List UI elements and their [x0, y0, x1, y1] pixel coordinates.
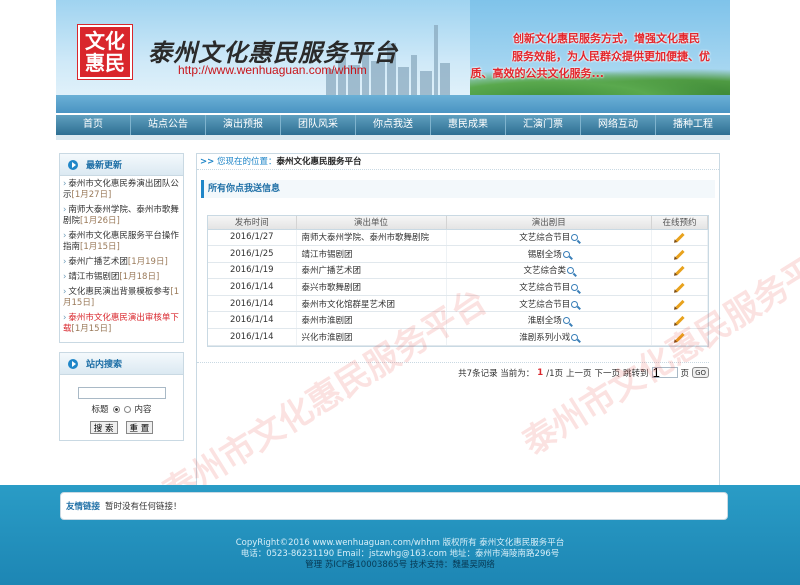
nav-announcements[interactable]: 站点公告: [131, 115, 206, 135]
search-input[interactable]: [77, 387, 166, 399]
section-title: 所有你点我送信息: [201, 180, 715, 198]
search-icon[interactable]: [571, 284, 579, 292]
pencil-icon[interactable]: [674, 266, 685, 276]
site-url: http://www.wenhuaguan.com/whhm: [178, 63, 367, 77]
table-row: 2016/1/14 泰兴市歌舞剧团 文艺综合节目: [208, 278, 708, 296]
site-banner: 文化 惠民 泰州文化惠民服务平台 http://www.wenhuaguan.c…: [56, 0, 730, 113]
news-item[interactable]: 文化惠民演出背景模板参考[1月15日]: [63, 287, 181, 309]
breadcrumb: >> 您现在的位置：泰州文化惠民服务平台: [197, 154, 719, 170]
table-row: 2016/1/14 泰州市淮剧团 淮剧全场: [208, 311, 708, 330]
table-row: 2016/1/19 泰州广播艺术团 文艺综合类: [208, 262, 708, 280]
table-row: 2016/1/27 南师大泰州学院、泰州市歌舞剧院 文艺综合节目: [208, 229, 708, 247]
nav-tickets[interactable]: 汇演门票: [506, 115, 581, 135]
footer-contact: 电话：0523-86231190 Email：jstzwhg@163.com 地…: [240, 549, 560, 559]
nav-team-showcase[interactable]: 团队风采: [281, 115, 356, 135]
friend-links-title: 友情链接: [66, 502, 101, 512]
pencil-icon[interactable]: [674, 332, 685, 342]
main-panel: >> 您现在的位置：泰州文化惠民服务平台 所有你点我送信息 发布时间 演出单位 …: [196, 153, 720, 495]
search-icon[interactable]: [562, 317, 570, 325]
content-area: 最新更新 泰州市文化惠民券演出团队公示[1月27日] 南师大泰州学院、泰州市歌舞…: [56, 140, 800, 514]
news-item[interactable]: 泰州广播艺术团[1月19日]: [63, 257, 181, 268]
next-page-link[interactable]: 下一页: [595, 367, 621, 379]
page-jump-input[interactable]: [651, 367, 678, 379]
pencil-icon[interactable]: [674, 233, 685, 243]
col-date: 发布时间: [208, 216, 297, 230]
news-item[interactable]: 南师大泰州学院、泰州市歌舞剧院[1月26日]: [63, 205, 181, 227]
col-program: 演出剧目: [446, 216, 652, 230]
prev-page-link[interactable]: 上一页: [566, 367, 592, 379]
go-button[interactable]: GO: [692, 367, 709, 379]
pencil-icon[interactable]: [674, 299, 685, 309]
news-item[interactable]: 泰州市文化惠民券演出团队公示[1月27日]: [63, 179, 181, 201]
pencil-icon[interactable]: [674, 316, 685, 326]
search-icon[interactable]: [571, 234, 579, 242]
search-icon[interactable]: [571, 300, 579, 308]
nav-sowing-project[interactable]: 播种工程: [656, 115, 730, 135]
banner-slogan-line3: 质、高效的公共文化服务...: [470, 67, 604, 80]
news-list: 泰州市文化惠民券演出团队公示[1月27日] 南师大泰州学院、泰州市歌舞剧院[1月…: [60, 176, 183, 342]
nav-you-order-we-deliver[interactable]: 你点我送: [356, 115, 431, 135]
friend-links-empty: 暂时没有任何链接！: [105, 502, 182, 512]
latest-updates-box: 最新更新 泰州市文化惠民券演出团队公示[1月27日] 南师大泰州学院、泰州市歌舞…: [59, 153, 184, 343]
site-search-title: 站内搜索: [86, 360, 123, 370]
arrow-circle-icon: [68, 159, 78, 170]
footer-icp: 管理 苏ICP备10003865号 技术支持：魏墨吴网络: [305, 560, 495, 570]
banner-slogan-line1: 创新文化惠民服务方式，增强文化惠民: [513, 32, 700, 45]
news-item[interactable]: 泰州市文化惠民服务平台操作指南[1月15日]: [63, 231, 181, 253]
nav-performance-preview[interactable]: 演出预报: [206, 115, 281, 135]
pagination: 共7条记录 当前为：1/1页 上一页 下一页 跳转到 页 GO: [197, 361, 709, 379]
radio-title-label: 标题: [91, 405, 109, 415]
search-icon[interactable]: [562, 250, 570, 258]
radio-title[interactable]: [112, 405, 120, 413]
pencil-icon[interactable]: [674, 282, 685, 293]
radio-content[interactable]: [123, 405, 131, 413]
table-row: 2016/1/14 泰州市文化馆群星艺术团 文艺综合节目: [208, 295, 708, 313]
search-button[interactable]: 搜 索: [89, 421, 118, 434]
site-search-box: 站内搜索 标题 内容 搜 索 重 置: [59, 352, 184, 441]
search-icon[interactable]: [567, 267, 574, 275]
nav-interaction[interactable]: 网络互动: [581, 115, 656, 135]
search-icon[interactable]: [571, 333, 579, 341]
sidebar: 最新更新 泰州市文化惠民券演出团队公示[1月27日] 南师大泰州学院、泰州市歌舞…: [59, 153, 184, 441]
col-reserve: 在线预约: [651, 216, 708, 230]
friend-links: 友情链接 暂时没有任何链接！: [60, 492, 728, 520]
banner-slogan-line2: 服务效能，为人民群众提供更加便捷、优: [512, 50, 710, 63]
arrow-circle-icon: [68, 358, 78, 369]
radio-content-label: 内容: [134, 405, 152, 415]
latest-updates-title: 最新更新: [86, 161, 123, 171]
breadcrumb-current[interactable]: 泰州文化惠民服务平台: [276, 157, 361, 167]
reset-button[interactable]: 重 置: [125, 421, 154, 434]
table-row: 2016/1/14 兴化市淮剧团 淮剧系列小戏: [208, 328, 708, 346]
main-nav: 首页 站点公告 演出预报 团队风采 你点我送 惠民成果 汇演门票 网络互动 播种…: [56, 115, 730, 135]
performance-table: 发布时间 演出单位 演出剧目 在线预约 2016/1/27 南师大泰州学院、泰州…: [207, 215, 709, 347]
news-item[interactable]: 靖江市锡剧团[1月18日]: [63, 272, 181, 283]
site-logo[interactable]: 文化 惠民: [77, 24, 133, 80]
pencil-icon[interactable]: [674, 249, 685, 259]
nav-achievements[interactable]: 惠民成果: [431, 115, 506, 135]
nav-home[interactable]: 首页: [56, 115, 131, 135]
table-row: 2016/1/25 靖江市锡剧团 锡剧全场: [208, 245, 708, 263]
news-item[interactable]: 泰州市文化惠民演出审核单下载[1月15日]: [63, 313, 181, 335]
footer-info: CopyRight©2016 www.wenhuaguan.com/whhm 版…: [0, 538, 800, 571]
footer-copyright: CopyRight©2016 www.wenhuaguan.com/whhm 版…: [235, 538, 565, 548]
col-unit: 演出单位: [296, 216, 447, 230]
page-frame: 文化 惠民 泰州文化惠民服务平台 http://www.wenhuaguan.c…: [56, 0, 800, 514]
